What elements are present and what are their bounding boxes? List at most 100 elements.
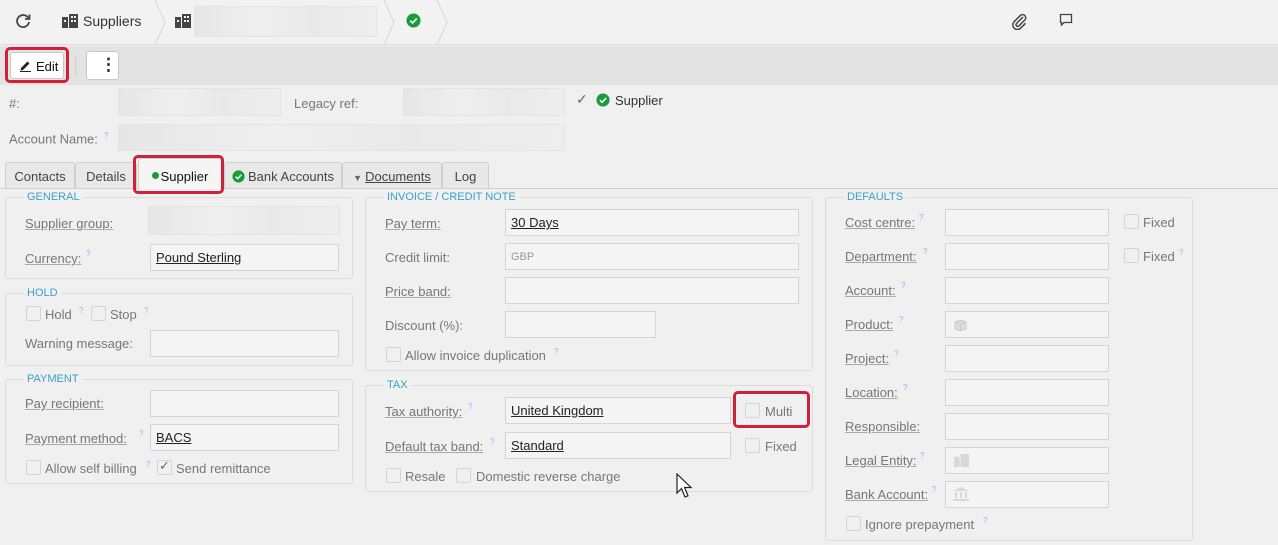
bank-accounts-check-icon bbox=[232, 170, 245, 183]
default-tax-band-label[interactable]: Default tax band: bbox=[385, 439, 483, 454]
tab-details[interactable]: Details bbox=[75, 162, 137, 188]
tax-band-fixed-label: Fixed bbox=[765, 439, 797, 454]
hold-title: HOLD bbox=[24, 287, 61, 299]
more-vertical-icon: ⋮ bbox=[100, 55, 117, 74]
box-icon bbox=[954, 319, 967, 331]
discount-field[interactable] bbox=[505, 311, 656, 338]
breadcrumb-separator bbox=[436, 0, 448, 45]
tax-band-fixed-checkbox[interactable] bbox=[745, 438, 760, 453]
help-icon: ? bbox=[932, 485, 937, 494]
number-field[interactable] bbox=[118, 88, 281, 116]
price-band-field[interactable] bbox=[505, 277, 799, 304]
help-icon: ? bbox=[983, 516, 988, 525]
currency-label[interactable]: Currency: bbox=[25, 251, 81, 266]
department-fixed-checkbox[interactable] bbox=[1124, 248, 1139, 263]
help-icon: ? bbox=[919, 213, 924, 222]
pay-term-field[interactable]: 30 Days bbox=[505, 209, 799, 236]
department-fixed-label: Fixed bbox=[1143, 249, 1175, 264]
resale-checkbox[interactable] bbox=[386, 468, 401, 483]
breadcrumb-suppliers-label: Suppliers bbox=[83, 13, 142, 29]
edit-button[interactable]: Edit bbox=[10, 52, 64, 79]
tab-documents[interactable]: ▼ Documents bbox=[342, 162, 442, 188]
bank-account-field[interactable] bbox=[945, 481, 1109, 508]
credit-limit-label: Credit limit: bbox=[385, 250, 451, 265]
location-label[interactable]: Location: bbox=[845, 385, 898, 400]
legal-entity-label[interactable]: Legal Entity: bbox=[845, 453, 917, 468]
pay-recipient-label[interactable]: Pay recipient: bbox=[25, 396, 104, 411]
bank-account-label[interactable]: Bank Account: bbox=[845, 487, 928, 502]
cost-centre-field[interactable] bbox=[945, 209, 1109, 236]
help-icon: ? bbox=[901, 281, 906, 290]
legal-entity-field[interactable] bbox=[945, 447, 1109, 474]
stop-checkbox[interactable] bbox=[91, 306, 106, 321]
ignore-prepayment-label: Ignore prepayment bbox=[865, 517, 975, 532]
ignore-prepayment-checkbox[interactable] bbox=[846, 516, 861, 531]
payment-method-label[interactable]: Payment method: bbox=[25, 431, 127, 446]
account-field[interactable] bbox=[945, 277, 1109, 304]
project-label[interactable]: Project: bbox=[845, 351, 889, 366]
comment-icon[interactable] bbox=[1059, 13, 1073, 27]
building-icon bbox=[954, 454, 969, 467]
status-check-icon[interactable] bbox=[406, 13, 421, 28]
more-actions-button[interactable]: ⋮ bbox=[86, 51, 119, 80]
supplier-flag-checkbox[interactable]: ✓ bbox=[576, 91, 588, 108]
product-field[interactable] bbox=[945, 311, 1109, 338]
responsible-label[interactable]: Responsible: bbox=[845, 419, 920, 434]
supplier-group-label[interactable]: Supplier group: bbox=[25, 216, 113, 231]
department-field[interactable] bbox=[945, 243, 1109, 270]
allow-self-billing-checkbox[interactable] bbox=[26, 460, 41, 475]
default-tax-band-field[interactable]: Standard bbox=[505, 432, 731, 459]
multi-checkbox[interactable] bbox=[745, 403, 760, 418]
help-icon: ? bbox=[923, 247, 928, 256]
pay-recipient-field[interactable] bbox=[150, 390, 339, 417]
pay-term-label[interactable]: Pay term: bbox=[385, 216, 441, 231]
department-label[interactable]: Department: bbox=[845, 249, 917, 264]
hold-checkbox[interactable] bbox=[26, 306, 41, 321]
allow-invoice-duplication-checkbox[interactable] bbox=[386, 347, 401, 362]
tax-authority-label[interactable]: Tax authority: bbox=[385, 404, 462, 419]
help-icon: ? bbox=[899, 315, 904, 324]
tab-documents-label: Documents bbox=[365, 169, 431, 184]
domestic-reverse-charge-checkbox[interactable] bbox=[456, 468, 471, 483]
warning-message-label: Warning message: bbox=[25, 336, 133, 351]
cost-centre-fixed-checkbox[interactable] bbox=[1124, 214, 1139, 229]
tab-bank-accounts-label: Bank Accounts bbox=[248, 169, 334, 184]
payment-method-field[interactable]: BACS bbox=[150, 424, 339, 451]
account-name-field[interactable] bbox=[118, 124, 565, 151]
breadcrumb-account[interactable] bbox=[170, 0, 385, 45]
account-label[interactable]: Account: bbox=[845, 283, 896, 298]
breadcrumb-suppliers[interactable]: Suppliers bbox=[60, 0, 156, 45]
send-remittance-checkbox[interactable]: ✓ bbox=[157, 458, 172, 475]
tab-log[interactable]: Log bbox=[442, 162, 489, 188]
tax-authority-field[interactable]: United Kingdom bbox=[505, 397, 731, 424]
project-field[interactable] bbox=[945, 345, 1109, 372]
legacy-ref-field[interactable] bbox=[403, 88, 565, 116]
redacted-account-name bbox=[194, 6, 377, 37]
account-name-label-text: Account Name: bbox=[9, 131, 98, 147]
tab-supplier[interactable]: Supplier bbox=[138, 158, 222, 189]
paperclip-icon[interactable] bbox=[1010, 12, 1028, 30]
mouse-cursor-icon bbox=[676, 473, 694, 499]
payment-title: PAYMENT bbox=[24, 373, 82, 385]
resale-label: Resale bbox=[405, 469, 446, 484]
building-icon bbox=[175, 14, 191, 28]
cost-centre-label[interactable]: Cost centre: bbox=[845, 215, 915, 230]
product-label[interactable]: Product: bbox=[845, 317, 893, 332]
currency-field[interactable]: Pound Sterling bbox=[150, 244, 339, 271]
responsible-field[interactable] bbox=[945, 413, 1109, 440]
help-icon: ? bbox=[468, 402, 473, 411]
location-field[interactable] bbox=[945, 379, 1109, 406]
help-icon: ? bbox=[894, 349, 899, 358]
supplier-group-field[interactable] bbox=[148, 206, 340, 235]
price-band-label[interactable]: Price band: bbox=[385, 284, 451, 299]
legacy-ref-label: Legacy ref: bbox=[294, 96, 359, 111]
tab-contacts-label: Contacts bbox=[14, 169, 66, 184]
tab-bank-accounts[interactable]: Bank Accounts bbox=[224, 162, 342, 188]
tab-contacts[interactable]: Contacts bbox=[5, 162, 75, 188]
help-icon: ? bbox=[79, 306, 84, 315]
top-bar: Suppliers bbox=[0, 0, 1278, 45]
warning-message-field[interactable] bbox=[150, 330, 339, 357]
breadcrumb-separator bbox=[383, 0, 395, 45]
credit-limit-field[interactable]: GBP bbox=[505, 243, 799, 270]
refresh-icon[interactable] bbox=[14, 12, 32, 30]
